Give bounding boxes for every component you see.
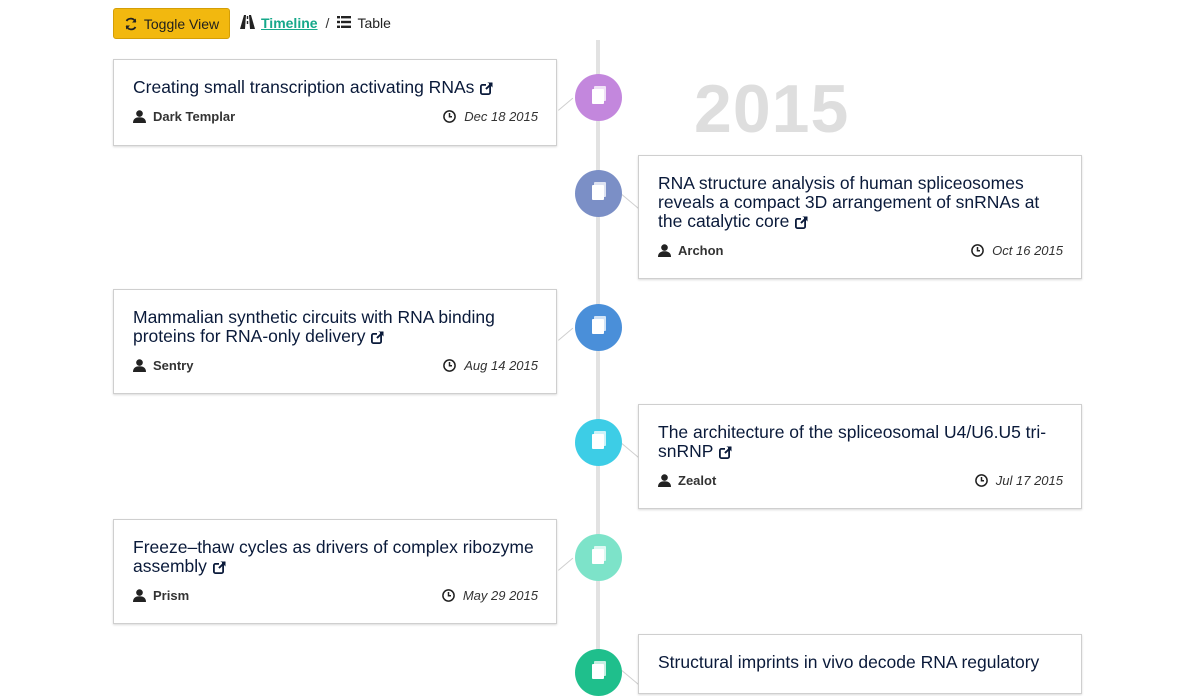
card-title[interactable]: RNA structure analysis of human spliceos…	[658, 174, 1063, 233]
view-switcher: Timeline / Table	[240, 14, 391, 32]
connector-line	[621, 670, 639, 685]
year-label: 2015	[694, 71, 850, 147]
user-icon	[658, 474, 671, 487]
external-link-icon[interactable]	[719, 444, 733, 463]
clock-icon	[974, 474, 988, 487]
card-author: Archon	[678, 243, 724, 258]
card-title[interactable]: Freeze–thaw cycles as drivers of complex…	[133, 538, 538, 578]
user-icon	[133, 359, 146, 372]
user-icon	[133, 589, 146, 602]
timeline-card: Creating small transcription activating …	[113, 59, 557, 146]
card-title[interactable]: Creating small transcription activating …	[133, 78, 538, 99]
external-link-icon[interactable]	[480, 80, 494, 99]
book-icon	[591, 182, 607, 205]
toggle-view-button[interactable]: Toggle View	[113, 8, 230, 39]
timeline-node	[575, 304, 622, 351]
card-date: Jul 17 2015	[995, 473, 1063, 488]
card-date: Aug 14 2015	[464, 358, 538, 373]
connector-line	[621, 194, 639, 209]
timeline-node	[575, 74, 622, 121]
timeline-card: Freeze–thaw cycles as drivers of complex…	[113, 519, 557, 624]
refresh-icon	[124, 17, 138, 31]
connector-line	[621, 443, 639, 458]
clock-icon	[441, 589, 455, 602]
timeline-axis	[596, 40, 600, 680]
timeline-card: Structural imprints in vivo decode RNA r…	[638, 634, 1082, 694]
card-date: Dec 18 2015	[464, 109, 538, 124]
book-icon	[591, 316, 607, 339]
card-date: May 29 2015	[462, 588, 538, 603]
user-icon	[658, 244, 671, 257]
road-icon	[240, 14, 255, 32]
card-author: Sentry	[153, 358, 194, 373]
toggle-view-label: Toggle View	[143, 15, 220, 32]
card-author: Dark Templar	[153, 109, 236, 124]
connector-line	[558, 97, 574, 111]
card-author: Prism	[153, 588, 190, 603]
connector-line	[558, 327, 574, 341]
list-icon	[337, 15, 352, 31]
card-title[interactable]: The architecture of the spliceosomal U4/…	[658, 423, 1063, 463]
timeline-node	[575, 170, 622, 217]
clock-icon	[443, 359, 457, 372]
external-link-icon[interactable]	[212, 559, 226, 578]
book-icon	[591, 546, 607, 569]
external-link-icon[interactable]	[795, 214, 808, 233]
timeline-node	[575, 419, 622, 466]
timeline-card: Mammalian synthetic circuits with RNA bi…	[113, 289, 557, 394]
timeline-card: RNA structure analysis of human spliceos…	[638, 155, 1082, 279]
book-icon	[591, 86, 607, 109]
card-author: Zealot	[678, 473, 717, 488]
connector-line	[558, 557, 574, 571]
timeline-node	[575, 534, 622, 581]
clock-icon	[443, 110, 457, 123]
user-icon	[133, 110, 146, 123]
card-date: Oct 16 2015	[992, 243, 1063, 258]
timeline-card: The architecture of the spliceosomal U4/…	[638, 404, 1082, 509]
breadcrumb-separator: /	[325, 15, 330, 31]
external-link-icon[interactable]	[371, 329, 385, 348]
clock-icon	[971, 244, 985, 257]
timeline-view-link[interactable]: Timeline	[261, 15, 318, 31]
timeline-node	[575, 649, 622, 696]
card-title[interactable]: Mammalian synthetic circuits with RNA bi…	[133, 308, 538, 348]
card-title[interactable]: Structural imprints in vivo decode RNA r…	[658, 653, 1063, 672]
book-icon	[591, 661, 607, 684]
table-view-link[interactable]: Table	[357, 15, 390, 31]
book-icon	[591, 431, 607, 454]
